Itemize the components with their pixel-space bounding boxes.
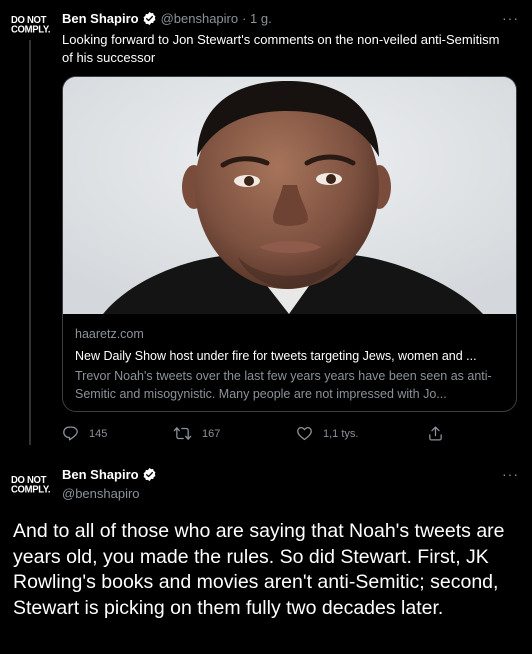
share-button[interactable]: [427, 425, 454, 442]
retweet-icon: [173, 427, 192, 440]
avatar-line-2: COMPLY.: [11, 23, 51, 36]
author-handle[interactable]: @benshapiro: [161, 11, 239, 26]
card-domain: haaretz.com: [75, 327, 144, 341]
tweet-header: Ben Shapiro: [62, 467, 161, 482]
like-icon: [297, 426, 312, 441]
avatar[interactable]: DO NOT COMPLY.: [11, 475, 55, 496]
retweet-count: 167: [202, 427, 221, 440]
avatar[interactable]: DO NOT COMPLY.: [11, 15, 55, 36]
author-name[interactable]: Ben Shapiro: [62, 11, 139, 26]
avatar-line-2: COMPLY.: [11, 483, 51, 496]
link-card[interactable]: haaretz.com New Daily Show host under fi…: [62, 76, 517, 412]
retweet-button[interactable]: 167: [173, 425, 220, 442]
more-icon[interactable]: ···: [502, 10, 519, 26]
author-handle[interactable]: @benshapiro: [62, 486, 140, 501]
verified-badge-icon: [143, 467, 156, 482]
reply-icon: [63, 426, 78, 441]
tweet-header: Ben Shapiro @benshapiro · 1 g.: [62, 11, 272, 26]
reply-count: 145: [89, 427, 108, 440]
card-title[interactable]: New Daily Show host under fire for tweet…: [75, 347, 504, 365]
share-icon: [429, 426, 442, 441]
thread-line: [29, 40, 31, 445]
tweet-actions: 145 167 1,1 tys.: [62, 425, 502, 445]
like-button[interactable]: 1,1 tys.: [296, 425, 358, 442]
card-meta: haaretz.com New Daily Show host under fi…: [63, 314, 516, 403]
reply-button[interactable]: 145: [62, 425, 107, 442]
like-count: 1,1 tys.: [323, 427, 359, 440]
card-image: [63, 77, 516, 314]
more-icon[interactable]: ···: [502, 466, 519, 482]
portrait-image: [63, 77, 516, 314]
card-description: Trevor Noah's tweets over the last few y…: [75, 369, 492, 401]
verified-badge-icon: [143, 11, 156, 26]
tweet-time[interactable]: · 1 g.: [242, 11, 272, 26]
author-name[interactable]: Ben Shapiro: [62, 467, 139, 482]
tweet-text: Looking forward to Jon Stewart's comment…: [62, 32, 500, 65]
tweet-text: And to all of those who are saying that …: [13, 520, 505, 619]
